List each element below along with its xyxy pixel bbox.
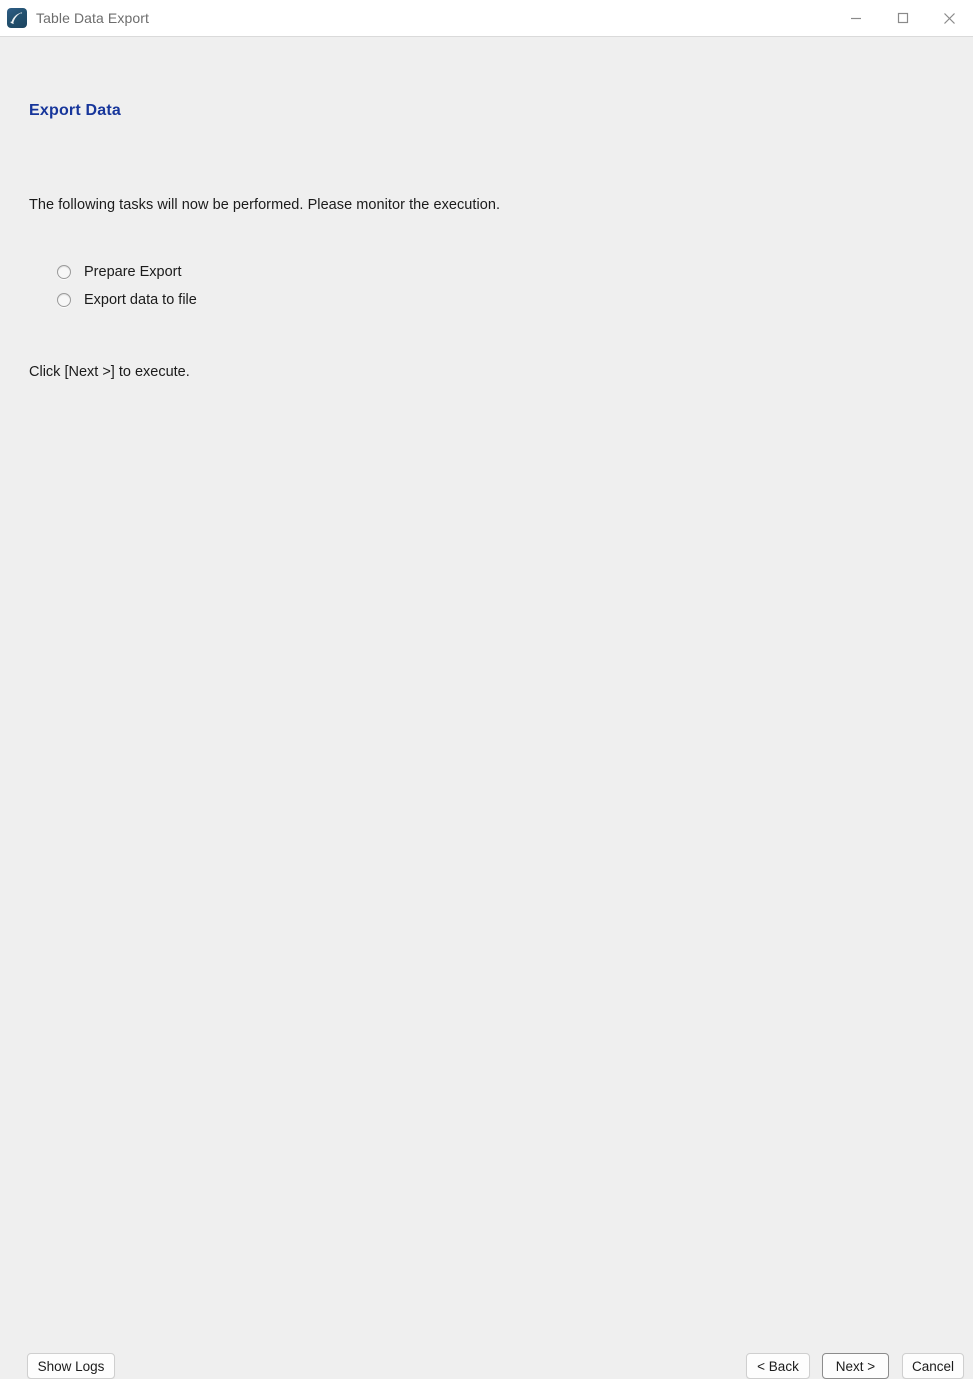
footer-button-bar: Show Logs < Back Next > Cancel <box>0 669 973 1379</box>
mysql-dolphin-icon <box>7 8 27 28</box>
minimize-button[interactable] <box>832 0 879 36</box>
task-label: Prepare Export <box>84 264 182 280</box>
maximize-icon <box>897 12 909 24</box>
task-list: Prepare Export Export data to file <box>57 258 197 314</box>
next-button[interactable]: Next > <box>822 1353 889 1379</box>
window-controls <box>832 0 973 36</box>
minimize-icon <box>850 12 862 24</box>
close-button[interactable] <box>926 0 973 36</box>
title-bar: Table Data Export <box>0 0 973 37</box>
intro-text: The following tasks will now be performe… <box>29 197 501 213</box>
back-button[interactable]: < Back <box>746 1353 810 1379</box>
execute-hint: Click [Next >] to execute. <box>29 364 190 380</box>
table-data-export-window: Table Data Export Export Data The follow… <box>0 0 973 1379</box>
task-row: Prepare Export <box>57 258 197 286</box>
close-icon <box>943 12 956 25</box>
window-title: Table Data Export <box>36 10 149 26</box>
wizard-content: Export Data The following tasks will now… <box>0 37 973 669</box>
maximize-button[interactable] <box>879 0 926 36</box>
task-status-indicator <box>57 265 71 279</box>
show-logs-button[interactable]: Show Logs <box>27 1353 115 1379</box>
task-row: Export data to file <box>57 286 197 314</box>
task-label: Export data to file <box>84 292 197 308</box>
page-title: Export Data <box>29 102 121 119</box>
cancel-button[interactable]: Cancel <box>902 1353 964 1379</box>
task-status-indicator <box>57 293 71 307</box>
title-bar-left: Table Data Export <box>0 8 149 28</box>
